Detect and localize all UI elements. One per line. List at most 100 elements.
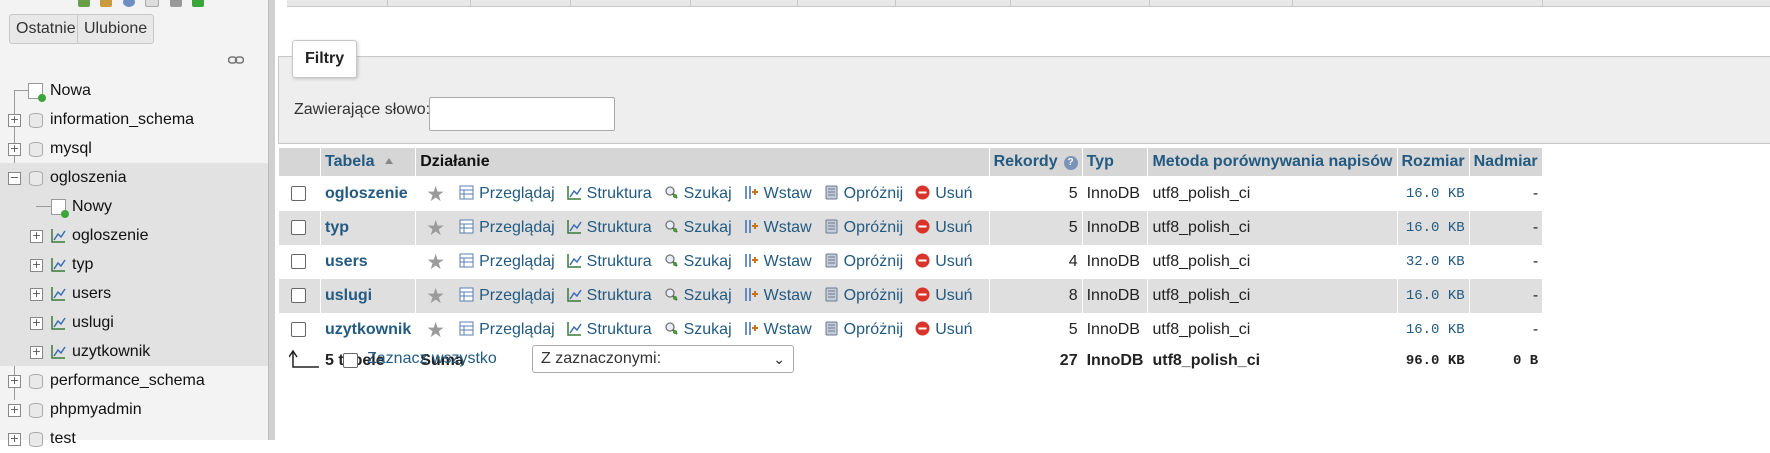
home-icon[interactable] bbox=[78, 0, 90, 7]
star-icon[interactable]: ★ bbox=[426, 318, 445, 343]
select-all-label[interactable]: Zaznacz wszystko bbox=[367, 350, 497, 368]
expand-icon[interactable]: + bbox=[30, 317, 43, 330]
table-name-link[interactable]: uzytkownik bbox=[325, 321, 411, 338]
table-name-link[interactable]: ogloszenie bbox=[325, 185, 408, 202]
browse-action[interactable]: Przeglądaj bbox=[459, 219, 555, 237]
search-action[interactable]: Szukaj bbox=[664, 321, 732, 339]
tree-item-table-ogloszenie[interactable]: + ogloszenie bbox=[0, 221, 268, 250]
drop-action[interactable]: Usuń bbox=[915, 321, 973, 339]
empty-action[interactable]: Opróżnij bbox=[824, 185, 903, 203]
insert-action[interactable]: Wstaw bbox=[744, 287, 812, 305]
collapse-icon[interactable]: − bbox=[8, 172, 21, 185]
table-name-link[interactable]: users bbox=[325, 253, 368, 270]
tree-item-test[interactable]: + test bbox=[0, 424, 268, 453]
drop-action[interactable]: Usuń bbox=[915, 287, 973, 305]
search-action[interactable]: Szukaj bbox=[664, 287, 732, 305]
search-action[interactable]: Szukaj bbox=[664, 185, 732, 203]
header-type[interactable]: Typ bbox=[1081, 147, 1149, 177]
help-icon[interactable] bbox=[122, 0, 135, 7]
tree-item-table-uslugi[interactable]: + uslugi bbox=[0, 308, 268, 337]
tab-recent[interactable]: Ostatnie bbox=[9, 14, 83, 44]
expand-icon[interactable]: + bbox=[30, 230, 43, 243]
search-action[interactable]: Szukaj bbox=[664, 253, 732, 271]
empty-icon bbox=[825, 321, 838, 335]
expand-icon[interactable]: + bbox=[8, 404, 21, 417]
table-name-link[interactable]: typ bbox=[325, 219, 349, 236]
browse-action[interactable]: Przeglądaj bbox=[459, 185, 555, 203]
header-records[interactable]: Rekordy? bbox=[988, 147, 1083, 177]
tree-item-information-schema[interactable]: + information_schema bbox=[0, 105, 268, 134]
empty-action[interactable]: Opróżnij bbox=[824, 321, 903, 339]
star-icon[interactable]: ★ bbox=[426, 182, 445, 207]
expand-icon[interactable]: + bbox=[30, 288, 43, 301]
header-size[interactable]: Rozmiar bbox=[1396, 147, 1470, 177]
empty-action[interactable]: Opróżnij bbox=[824, 253, 903, 271]
tab-favorites[interactable]: Ulubione bbox=[77, 14, 155, 44]
browse-icon bbox=[459, 185, 474, 199]
insert-action[interactable]: Wstaw bbox=[744, 253, 812, 271]
empty-action[interactable]: Opróżnij bbox=[824, 219, 903, 237]
drop-action[interactable]: Usuń bbox=[915, 185, 973, 203]
size-cell[interactable]: 32.0 KB bbox=[1396, 245, 1470, 279]
search-action[interactable]: Szukaj bbox=[664, 219, 732, 237]
tree-item-mysql[interactable]: + mysql bbox=[0, 134, 268, 163]
browse-action[interactable]: Przeglądaj bbox=[459, 253, 555, 271]
browse-action[interactable]: Przeglądaj bbox=[459, 321, 555, 339]
expand-icon[interactable]: + bbox=[8, 143, 21, 156]
structure-action[interactable]: Struktura bbox=[566, 287, 652, 305]
tree-item-table-uzytkownik[interactable]: + uzytkownik bbox=[0, 337, 268, 366]
drop-action[interactable]: Usuń bbox=[915, 253, 973, 271]
insert-action[interactable]: Wstaw bbox=[744, 321, 812, 339]
settings-icon[interactable] bbox=[169, 0, 182, 7]
expand-icon[interactable]: + bbox=[8, 114, 21, 127]
table-name-link[interactable]: uslugi bbox=[325, 287, 372, 304]
reload-icon[interactable] bbox=[192, 0, 205, 7]
size-cell[interactable]: 16.0 KB bbox=[1396, 176, 1470, 211]
size-cell[interactable]: 16.0 KB bbox=[1396, 211, 1470, 245]
browse-icon bbox=[459, 287, 474, 301]
search-icon bbox=[664, 253, 678, 267]
star-icon[interactable]: ★ bbox=[426, 284, 445, 309]
filter-input[interactable] bbox=[429, 97, 615, 131]
header-table-name[interactable]: Tabela bbox=[319, 147, 417, 177]
tree-item-performance-schema[interactable]: + performance_schema bbox=[0, 366, 268, 395]
size-cell[interactable]: 16.0 KB bbox=[1396, 313, 1470, 347]
tree-item-ogloszenia[interactable]: − ogloszenia bbox=[0, 163, 268, 192]
logout-icon[interactable] bbox=[100, 0, 113, 7]
sidebar-resizer[interactable] bbox=[268, 0, 275, 440]
star-icon[interactable]: ★ bbox=[426, 216, 445, 241]
insert-action[interactable]: Wstaw bbox=[744, 219, 812, 237]
insert-action[interactable]: Wstaw bbox=[744, 185, 812, 203]
drop-icon bbox=[915, 321, 930, 335]
structure-action[interactable]: Struktura bbox=[566, 253, 652, 271]
structure-action[interactable]: Struktura bbox=[566, 185, 652, 203]
tree-item-table-typ[interactable]: + typ bbox=[0, 250, 268, 279]
drop-action[interactable]: Usuń bbox=[915, 219, 973, 237]
tree-item-label: uzytkownik bbox=[72, 343, 151, 360]
expand-icon[interactable]: + bbox=[30, 259, 43, 272]
browse-action[interactable]: Przeglądaj bbox=[459, 287, 555, 305]
tree-item-phpmyadmin[interactable]: + phpmyadmin bbox=[0, 395, 268, 424]
tree-item-new-table[interactable]: Nowy bbox=[0, 192, 268, 221]
header-collation[interactable]: Metoda porównywania napisów bbox=[1147, 147, 1398, 177]
structure-action[interactable]: Struktura bbox=[566, 219, 652, 237]
row-checkbox[interactable] bbox=[291, 254, 306, 270]
expand-icon[interactable]: + bbox=[30, 346, 43, 359]
help-icon[interactable]: ? bbox=[1063, 156, 1078, 170]
row-checkbox[interactable] bbox=[291, 220, 306, 236]
docs-icon[interactable] bbox=[145, 0, 160, 7]
expand-icon[interactable]: + bbox=[8, 375, 21, 388]
with-selected-dropdown[interactable]: Z zaznaczonymi: ⌄ bbox=[532, 345, 794, 373]
star-icon[interactable]: ★ bbox=[426, 250, 445, 275]
tree-item-new[interactable]: Nowa bbox=[0, 76, 268, 105]
row-checkbox[interactable] bbox=[291, 186, 306, 202]
row-checkbox[interactable] bbox=[291, 322, 306, 338]
select-all-checkbox[interactable] bbox=[343, 353, 358, 368]
header-overhead[interactable]: Nadmiar bbox=[1468, 147, 1543, 177]
row-checkbox[interactable] bbox=[291, 288, 306, 304]
link-icon[interactable] bbox=[228, 56, 244, 64]
size-cell[interactable]: 16.0 KB bbox=[1396, 279, 1470, 313]
structure-action[interactable]: Struktura bbox=[566, 321, 652, 339]
tree-item-table-users[interactable]: + users bbox=[0, 279, 268, 308]
empty-action[interactable]: Opróżnij bbox=[824, 287, 903, 305]
